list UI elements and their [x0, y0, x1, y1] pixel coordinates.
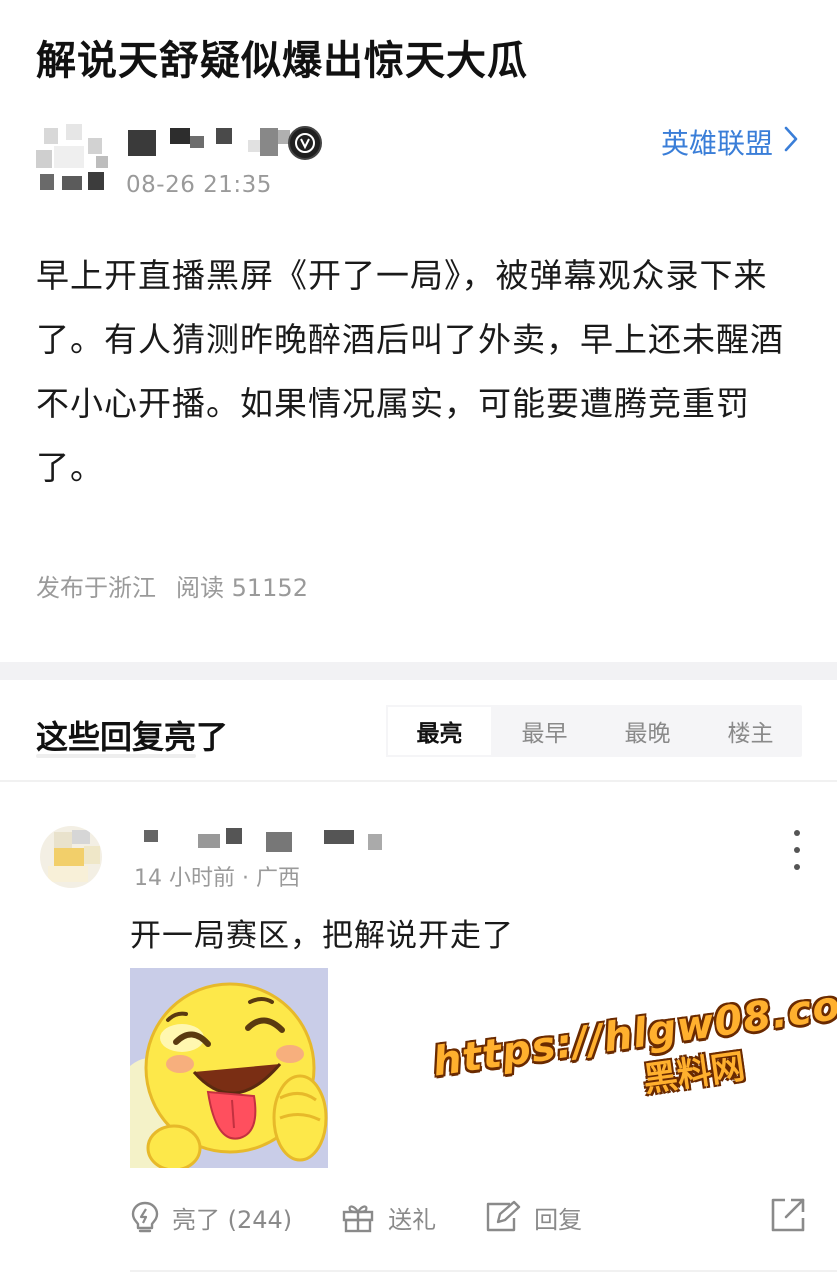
sort-tab-latest[interactable]: 最晚 [596, 705, 699, 757]
sort-tabs: 最亮 最早 最晚 楼主 [386, 705, 802, 757]
section-divider [0, 662, 837, 680]
replies-heading: 这些回复亮了 [36, 718, 229, 756]
sort-tab-op[interactable]: 楼主 [699, 705, 802, 757]
forum-link-label: 英雄联盟 [660, 127, 773, 160]
watermark: https://hlgw08.com 黑料网 [430, 977, 837, 1130]
forum-link[interactable]: 英雄联盟 [661, 122, 799, 162]
gift-icon [342, 1205, 374, 1233]
team-badge-icon [288, 126, 322, 160]
laughing-emoji-icon [130, 968, 328, 1168]
lightbulb-icon [131, 1201, 159, 1233]
divider [0, 780, 837, 782]
comment-actions: 亮了 (244) 送礼 回复 [130, 1192, 810, 1242]
divider [130, 1270, 837, 1272]
reply-button[interactable]: 回复 [484, 1200, 582, 1235]
gift-button[interactable]: 送礼 [340, 1200, 436, 1235]
more-options-icon[interactable] [789, 830, 805, 870]
emoji-sticker-image[interactable] [130, 968, 328, 1168]
post-location: 发布于浙江 [36, 574, 156, 602]
post-body: 早上开直播黑屏《开了一局》，被弹幕观众录下来了。有人猜测昨晚醉酒后叫了外卖，早上… [36, 256, 784, 487]
edit-reply-icon [486, 1200, 521, 1232]
light-count-label: 亮了 (244) [172, 1205, 293, 1234]
heading-underline [36, 754, 196, 758]
post-timestamp: 08-26 21:35 [126, 172, 272, 198]
post-read-count: 阅读 51152 [176, 574, 308, 602]
chevron-right-icon [783, 125, 799, 160]
commenter-name-blurred[interactable] [134, 826, 394, 856]
comment-timestamp: 14 小时前 · 广西 [134, 866, 300, 891]
post-meta: 发布于浙江 阅读 51152 [36, 568, 308, 603]
reply-label: 回复 [534, 1205, 583, 1234]
share-icon[interactable] [769, 1196, 807, 1238]
comment-avatar[interactable] [40, 826, 102, 888]
post-title: 解说天舒疑似爆出惊天大瓜 [36, 38, 528, 84]
gift-label: 送礼 [388, 1205, 437, 1234]
light-button[interactable]: 亮了 (244) [130, 1200, 292, 1235]
sort-tab-brightest[interactable]: 最亮 [386, 705, 493, 757]
sort-tab-earliest[interactable]: 最早 [493, 705, 596, 757]
author-avatar[interactable] [36, 124, 110, 198]
comment-text: 开一局赛区，把解说开走了 [130, 918, 514, 954]
